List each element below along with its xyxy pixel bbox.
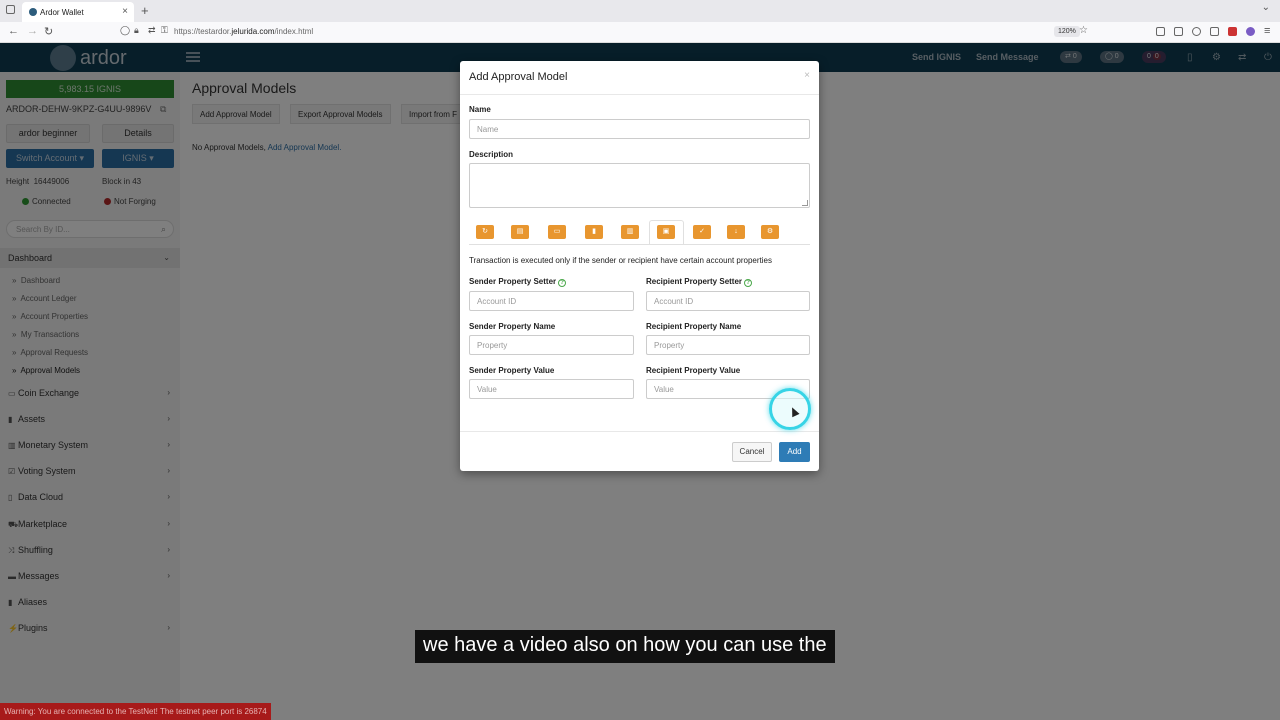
bookmark-star-icon[interactable]: ☆ — [1079, 25, 1088, 36]
tab-account-property-icon[interactable]: ▣ — [657, 225, 675, 239]
divider — [460, 431, 819, 432]
lock-icon[interactable]: 🔒︎ — [134, 25, 139, 36]
divider — [460, 94, 819, 95]
menu-icon[interactable]: ≡ — [1264, 25, 1270, 37]
ardor-favicon-icon — [29, 8, 37, 16]
extension-icon[interactable] — [1246, 27, 1255, 36]
tabs-underline — [469, 244, 810, 245]
zoom-level[interactable]: 120% — [1054, 26, 1080, 37]
tab-vote-icon[interactable]: ▤ — [511, 225, 529, 239]
name-label: Name — [469, 105, 491, 114]
sender-name-input[interactable]: Property — [469, 335, 634, 355]
tab-currency-icon[interactable]: ▭ — [548, 225, 566, 239]
account-icon[interactable] — [1192, 27, 1201, 36]
key-icon[interactable]: ⚿ — [161, 25, 168, 36]
recipient-setter-input[interactable]: Account ID — [646, 291, 810, 311]
help-icon[interactable]: ? — [744, 279, 753, 287]
pocket-icon[interactable] — [1156, 27, 1165, 36]
modal-title: Add Approval Model — [469, 71, 568, 83]
extensions-icon[interactable] — [1210, 27, 1219, 36]
tab-asset-icon[interactable]: ▮ — [585, 225, 603, 239]
tab-hash-icon[interactable]: ↓ — [727, 225, 745, 239]
sender-name-label: Sender Property Name — [469, 322, 556, 331]
browser-tabbar: Ardor Wallet × + ⌄ — [0, 0, 1280, 22]
sender-setter-input[interactable]: Account ID — [469, 291, 634, 311]
recipient-name-input[interactable]: Property — [646, 335, 810, 355]
recipient-setter-label: Recipient Property Setter? — [646, 277, 753, 287]
ublock-icon[interactable] — [1228, 27, 1237, 36]
back-icon[interactable]: ← — [8, 25, 19, 37]
tab-bank-icon[interactable]: ▥ — [621, 225, 639, 239]
url-field[interactable]: https://testardor.jelurida.com/index.htm… — [174, 27, 313, 36]
tab-refresh-icon[interactable]: ↻ — [476, 225, 494, 239]
sender-setter-label: Sender Property Setter? — [469, 277, 567, 287]
sender-value-label: Sender Property Value — [469, 366, 555, 375]
testnet-warning: Warning: You are connected to the TestNe… — [0, 703, 271, 720]
browser-tab[interactable]: Ardor Wallet × — [22, 2, 134, 22]
sender-value-input[interactable]: Value — [469, 379, 634, 399]
tab-list-icon[interactable] — [6, 5, 15, 14]
description-label: Description — [469, 150, 514, 159]
permissions-icon[interactable]: ⇄ — [148, 25, 156, 36]
tab-combination-icon[interactable]: ⚙ — [761, 225, 779, 239]
close-icon[interactable]: × — [804, 70, 810, 81]
add-approval-model-dialog: Add Approval Model × Name Name Descripti… — [460, 61, 819, 471]
description-textarea[interactable] — [469, 163, 810, 208]
recipient-name-label: Recipient Property Name — [646, 322, 742, 331]
tab-description: Transaction is executed only if the send… — [469, 256, 772, 265]
tab-thumbs-up-icon[interactable]: ✓ — [693, 225, 711, 239]
recipient-value-label: Recipient Property Value — [646, 366, 741, 375]
help-icon[interactable]: ? — [558, 279, 567, 287]
download-icon[interactable] — [1174, 27, 1183, 36]
name-input[interactable]: Name — [469, 119, 810, 139]
chevron-down-icon[interactable]: ⌄ — [1262, 2, 1270, 13]
address-bar: ← → ↻ ◯ 🔒︎ ⇄ ⚿ https://testardor.jelurid… — [0, 22, 1280, 43]
forward-icon[interactable]: → — [27, 25, 38, 37]
reload-icon[interactable]: ↻ — [44, 25, 53, 38]
tab-title: Ardor Wallet — [40, 8, 84, 17]
video-caption: we have a video also on how you can use … — [415, 630, 835, 663]
shield-icon[interactable]: ◯ — [120, 25, 130, 36]
new-tab-icon[interactable]: + — [141, 3, 149, 18]
add-button[interactable]: Add — [779, 442, 810, 462]
cancel-button[interactable]: Cancel — [732, 442, 772, 462]
close-tab-icon[interactable]: × — [122, 6, 128, 17]
